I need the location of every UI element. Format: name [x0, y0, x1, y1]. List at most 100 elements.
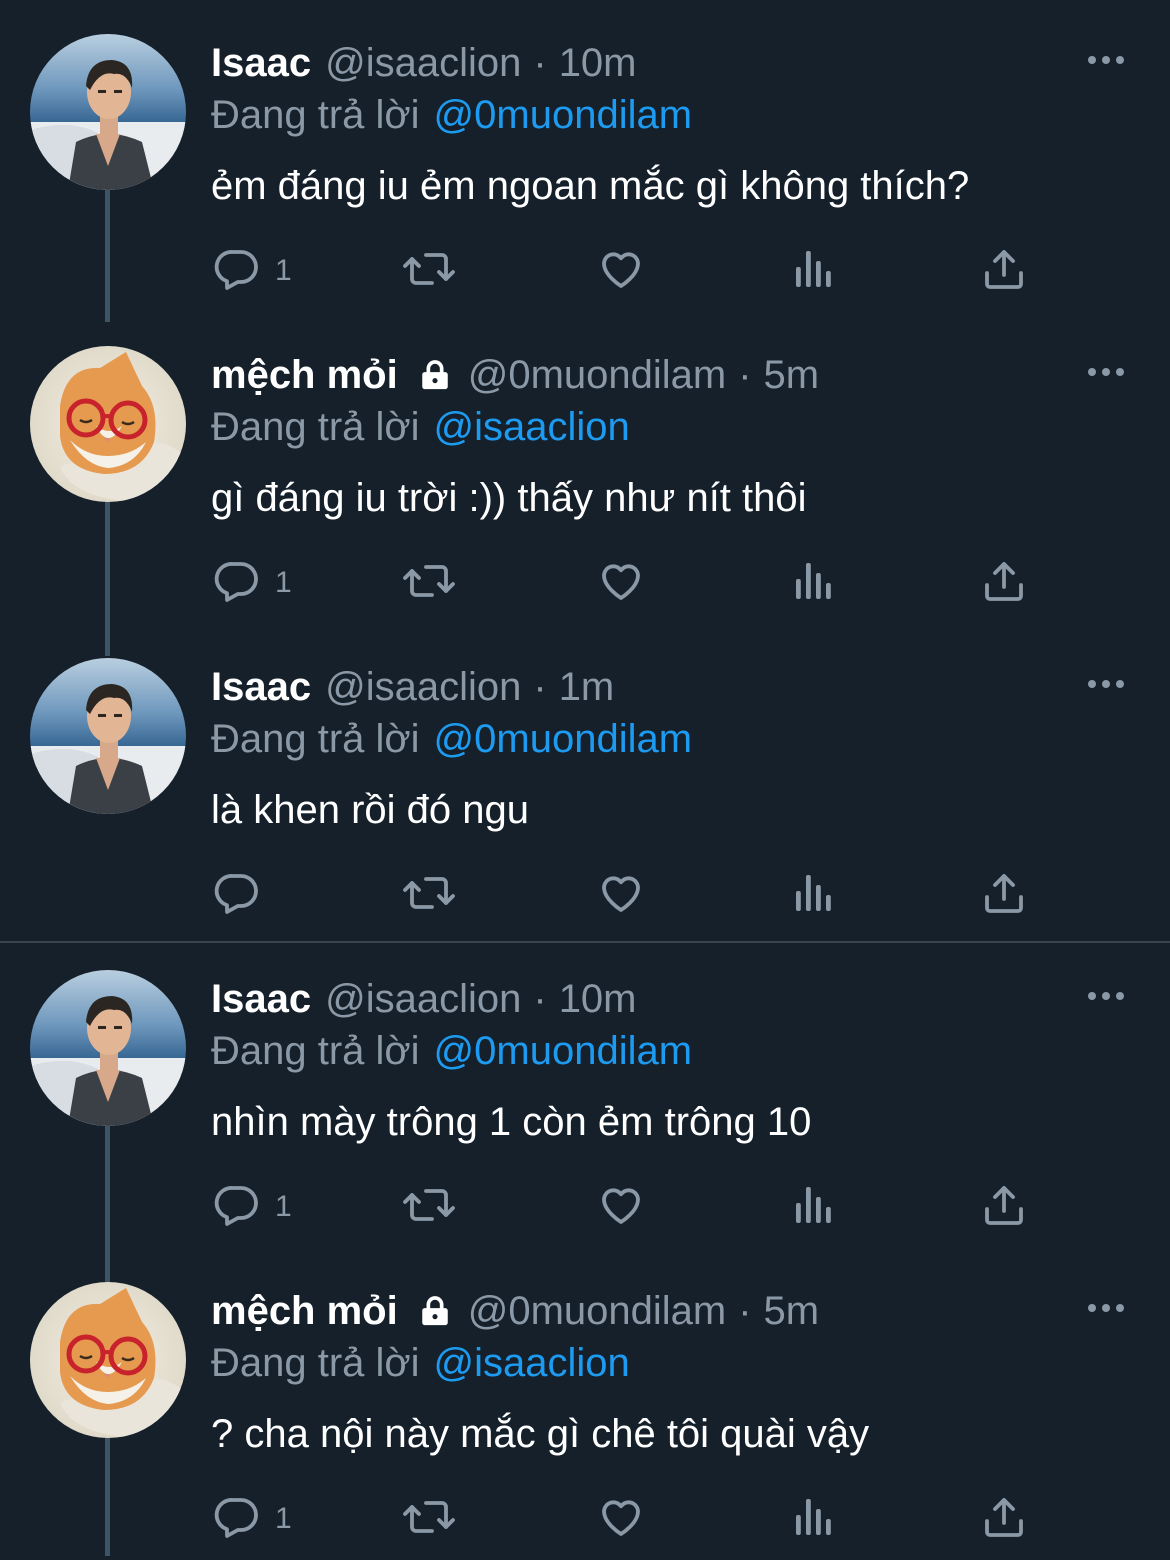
reply-count: 1 [275, 1502, 292, 1535]
display-name[interactable]: Isaac [211, 662, 311, 712]
reply-button[interactable]: 1 [213, 1176, 292, 1238]
mention-link[interactable]: @0muondilam [434, 1029, 693, 1073]
share-button[interactable] [980, 552, 1028, 614]
views-icon [792, 247, 836, 296]
tweet[interactable]: mệch mỏi @0muondilam · 5m Đang trả lời @i… [0, 1248, 1170, 1560]
reply-icon [213, 1493, 261, 1546]
share-icon [980, 557, 1028, 610]
more-icon[interactable] [1086, 664, 1126, 704]
lock-icon [418, 358, 452, 392]
replying-to: Đang trả lời @0muondilam [211, 90, 692, 140]
avatar[interactable] [30, 1282, 186, 1438]
reply-icon [213, 869, 261, 922]
tweet-header: mệch mỏi @0muondilam · 5m [211, 1286, 819, 1336]
share-icon [980, 869, 1028, 922]
tweet[interactable]: Isaac @isaaclion · 1m Đang trả lời @0muon… [0, 624, 1170, 936]
separator-dot: · [533, 977, 547, 1021]
views-button[interactable] [792, 552, 836, 614]
reply-button[interactable]: 1 [213, 1488, 292, 1550]
views-icon [792, 1183, 836, 1232]
tweet-actions: 1 [0, 552, 1170, 614]
like-button[interactable] [596, 864, 646, 926]
replying-label: Đang trả lời [211, 1341, 420, 1385]
user-handle[interactable]: @0muondilam [468, 1286, 727, 1336]
tweet[interactable]: Isaac @isaaclion · 10m Đang trả lời @0muo… [0, 0, 1170, 312]
reply-icon [213, 557, 261, 610]
replying-to: Đang trả lời @0muondilam [211, 1026, 692, 1076]
mention-link[interactable]: @isaaclion [434, 1341, 630, 1385]
more-icon[interactable] [1086, 976, 1126, 1016]
tweet-header: mệch mỏi @0muondilam · 5m [211, 350, 819, 400]
views-button[interactable] [792, 1488, 836, 1550]
retweet-button[interactable] [402, 864, 456, 926]
separator-dot: · [533, 41, 547, 85]
user-handle[interactable]: @isaaclion [325, 974, 521, 1024]
user-handle[interactable]: @0muondilam [468, 350, 727, 400]
user-handle[interactable]: @isaaclion [325, 38, 521, 88]
views-button[interactable] [792, 1176, 836, 1238]
avatar[interactable] [30, 970, 186, 1126]
tweet-header: Isaac @isaaclion · 10m [211, 974, 637, 1024]
reply-count: 1 [275, 1190, 292, 1223]
views-button[interactable] [792, 864, 836, 926]
retweet-button[interactable] [402, 1176, 456, 1238]
retweet-button[interactable] [402, 240, 456, 302]
replying-label: Đang trả lời [211, 717, 420, 761]
display-name[interactable]: Isaac [211, 974, 311, 1024]
reply-button[interactable]: 1 [213, 552, 292, 614]
cat-avatar [30, 346, 186, 502]
tweet-actions: 1 [0, 1176, 1170, 1238]
timestamp[interactable]: 10m [559, 974, 637, 1024]
tweet-text: là khen rồi đó ngu [211, 788, 530, 832]
share-button[interactable] [980, 864, 1028, 926]
like-button[interactable] [596, 1488, 646, 1550]
retweet-button[interactable] [402, 1488, 456, 1550]
tweet[interactable]: mệch mỏi @0muondilam · 5m Đang trả lời @i… [0, 312, 1170, 624]
views-button[interactable] [792, 240, 836, 302]
like-button[interactable] [596, 1176, 646, 1238]
tweet[interactable]: Isaac @isaaclion · 10m Đang trả lời @0muo… [0, 936, 1170, 1248]
replying-label: Đang trả lời [211, 93, 420, 137]
tweet-text: ẻm đáng iu ẻm ngoan mắc gì không thích? [211, 164, 970, 208]
tweet-text: ? cha nội này mắc gì chê tôi quài vậy [211, 1412, 870, 1456]
avatar[interactable] [30, 34, 186, 190]
views-icon [792, 1495, 836, 1544]
like-button[interactable] [596, 552, 646, 614]
display-name[interactable]: Isaac [211, 38, 311, 88]
timestamp[interactable]: 1m [559, 662, 615, 712]
separator-dot: · [533, 665, 547, 709]
timestamp[interactable]: 5m [764, 350, 820, 400]
timestamp[interactable]: 5m [764, 1286, 820, 1336]
avatar[interactable] [30, 658, 186, 814]
like-button[interactable] [596, 240, 646, 302]
retweet-icon [402, 557, 456, 610]
share-button[interactable] [980, 1176, 1028, 1238]
heart-icon [596, 1181, 646, 1234]
timestamp[interactable]: 10m [559, 38, 637, 88]
mention-link[interactable]: @0muondilam [434, 93, 693, 137]
share-button[interactable] [980, 240, 1028, 302]
retweet-icon [402, 869, 456, 922]
user-handle[interactable]: @isaaclion [325, 662, 521, 712]
avatar[interactable] [30, 346, 186, 502]
reply-button[interactable]: 1 [213, 240, 292, 302]
mention-link[interactable]: @isaaclion [434, 405, 630, 449]
more-icon[interactable] [1086, 40, 1126, 80]
share-icon [980, 245, 1028, 298]
display-name[interactable]: mệch mỏi [211, 350, 398, 400]
reply-button[interactable] [213, 864, 261, 926]
display-name[interactable]: mệch mỏi [211, 1286, 398, 1336]
more-icon[interactable] [1086, 352, 1126, 392]
more-icon[interactable] [1086, 1288, 1126, 1328]
cat-avatar [30, 1282, 186, 1438]
tweet-text: nhìn mày trông 1 còn ẻm trông 10 [211, 1100, 812, 1144]
reply-icon [213, 1181, 261, 1234]
share-button[interactable] [980, 1488, 1028, 1550]
retweet-button[interactable] [402, 552, 456, 614]
replying-to: Đang trả lời @0muondilam [211, 714, 692, 764]
tweet-actions [0, 864, 1170, 926]
isaac-avatar [30, 970, 186, 1126]
isaac-avatar [30, 34, 186, 190]
mention-link[interactable]: @0muondilam [434, 717, 693, 761]
views-icon [792, 871, 836, 920]
